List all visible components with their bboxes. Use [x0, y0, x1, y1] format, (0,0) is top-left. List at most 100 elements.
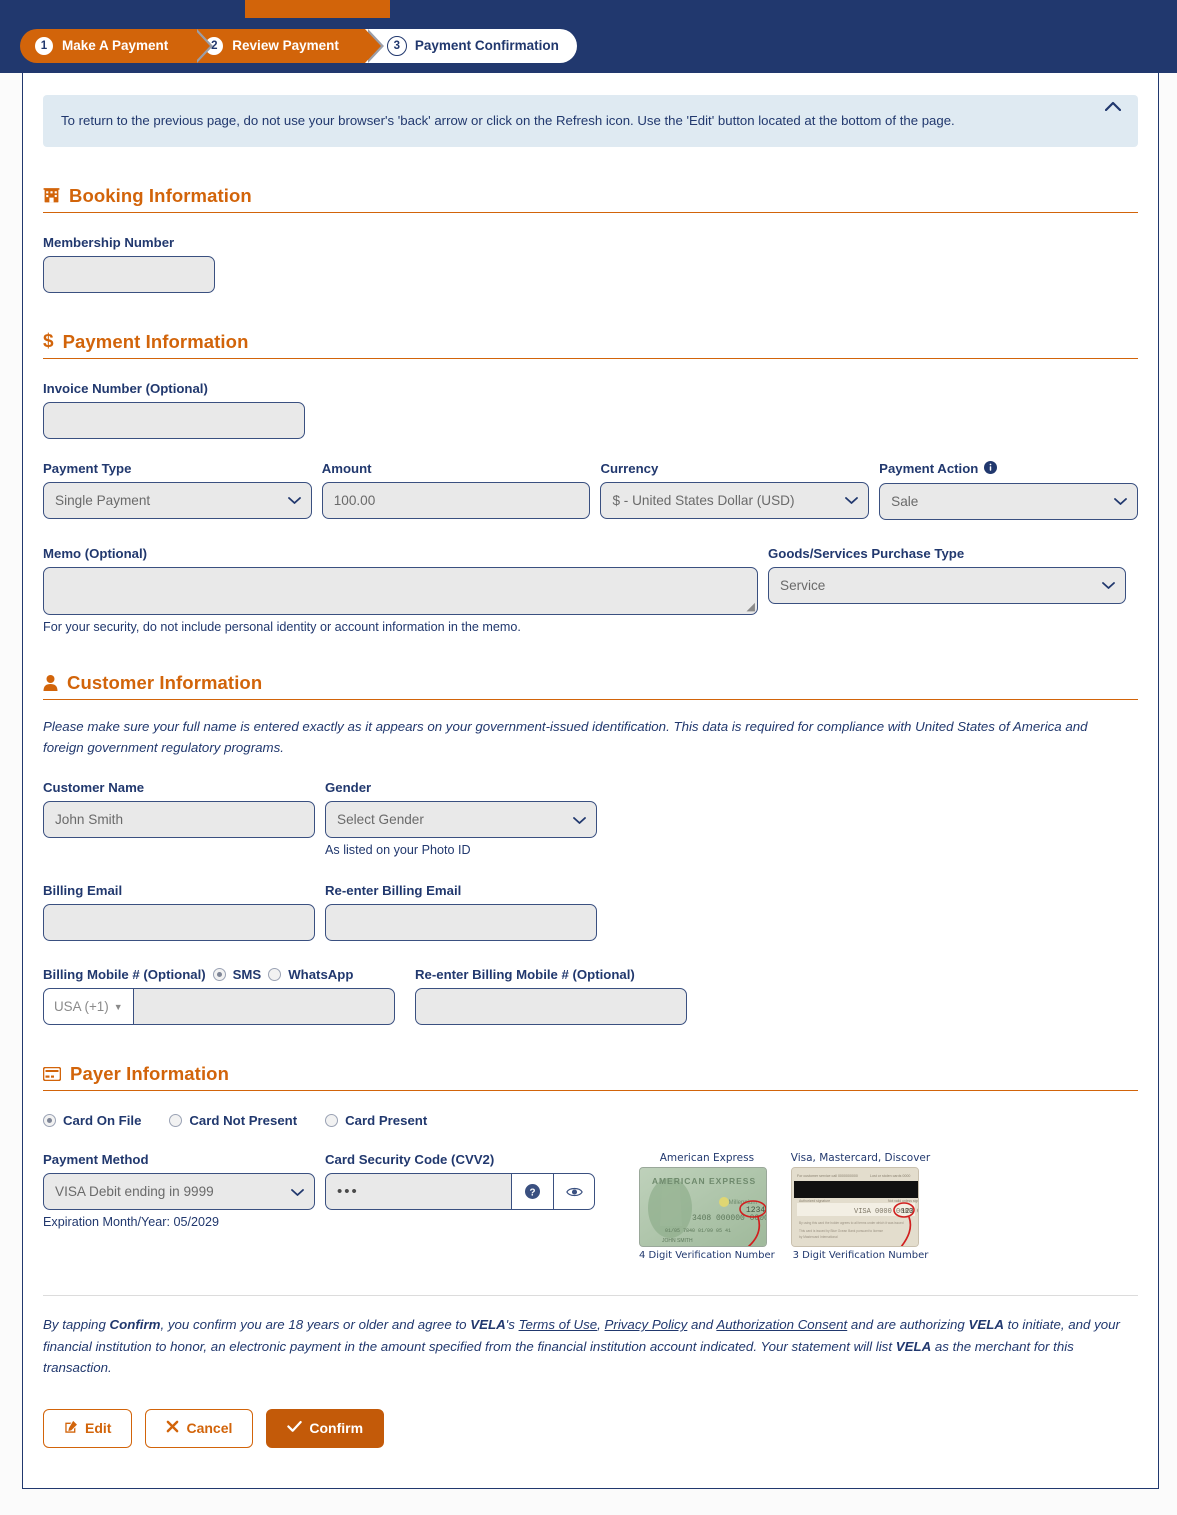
legal-text-4: , — [597, 1317, 605, 1333]
card-not-present-radio[interactable] — [169, 1114, 183, 1128]
cvv-field-group: ••• ? — [325, 1173, 595, 1211]
section-customer-information: Customer Information — [43, 672, 1138, 700]
legal-text-6: and are authorizing — [847, 1317, 969, 1333]
goods-services-value: Service — [780, 577, 826, 593]
billing-mobile-input[interactable] — [132, 988, 395, 1026]
pencil-square-icon — [64, 1420, 78, 1437]
invoice-number-group: Invoice Number (Optional) — [43, 381, 1138, 439]
customer-name-input[interactable]: John Smith — [43, 801, 315, 839]
amex-example: American Express AMERICAN EXPRESS Millen… — [639, 1152, 775, 1261]
payment-method-row: Payment Method VISA Debit ending in 9999… — [43, 1152, 1138, 1261]
card-present-radio[interactable] — [325, 1114, 339, 1128]
card-present-label: Card Present — [345, 1113, 428, 1129]
sms-radio-group[interactable]: SMS — [212, 967, 261, 982]
breadcrumb-step-review-payment[interactable]: 2 Review Payment — [194, 28, 384, 63]
question-circle-icon[interactable]: ? — [511, 1173, 553, 1211]
svg-text:01/05 7840 01/09 05 41: 01/05 7840 01/09 05 41 — [665, 1228, 731, 1234]
gender-select[interactable]: Select Gender — [325, 801, 597, 839]
billing-mobile-field: USA (+1) ▼ — [43, 988, 395, 1026]
radio-card-on-file[interactable]: Card On File — [43, 1113, 141, 1128]
payment-method-label: Payment Method — [43, 1152, 149, 1168]
section-title: Booking Information — [69, 184, 252, 206]
credit-card-icon — [43, 1067, 61, 1082]
visa-card-image: For customer service call 0000000000 Los… — [790, 1167, 919, 1248]
currency-label: Currency — [600, 460, 659, 476]
person-icon — [43, 674, 58, 691]
customer-note: Please make sure your full name is enter… — [43, 718, 1088, 756]
cancel-button[interactable]: Cancel — [145, 1408, 254, 1448]
memo-label: Memo (Optional) — [43, 545, 148, 561]
chevron-down-icon — [573, 812, 586, 827]
svg-text:by Mastercard International: by Mastercard International — [799, 1235, 838, 1239]
goods-services-select[interactable]: Service — [768, 566, 1126, 604]
svg-text:3408 000000 00000: 3408 000000 00000 — [692, 1214, 767, 1223]
legal-brand-2: VELA — [968, 1317, 1004, 1333]
customer-name-group: Customer Name John Smith — [43, 780, 315, 857]
payment-type-label: Payment Type — [43, 460, 132, 476]
svg-text:Authorized signature: Authorized signature — [799, 1199, 830, 1203]
radio-card-present[interactable]: Card Present — [325, 1113, 427, 1128]
billing-mobile-confirm-input[interactable] — [415, 988, 687, 1026]
visa-footer: 3 Digit Verification Number — [792, 1250, 929, 1262]
memo-textarea[interactable]: ◢ — [43, 566, 758, 615]
payment-type-select[interactable]: Single Payment — [43, 481, 312, 519]
breadcrumb-step-make-a-payment[interactable]: 1 Make A Payment — [20, 28, 214, 63]
billing-mobile-confirm-label: Re-enter Billing Mobile # (Optional) — [415, 967, 635, 983]
visa-caption: Visa, Mastercard, Discover — [790, 1152, 931, 1165]
step-label: Payment Confirmation — [414, 38, 559, 53]
sms-radio[interactable] — [212, 968, 226, 982]
svg-text:For customer service call 0000: For customer service call 0000000000 — [797, 1174, 858, 1178]
payment-method-value: VISA Debit ending in 9999 — [55, 1184, 214, 1200]
edit-button-label: Edit — [85, 1420, 112, 1437]
section-booking-information: Booking Information — [43, 185, 1138, 213]
info-icon[interactable] — [984, 460, 998, 477]
whatsapp-radio-group[interactable]: WhatsApp — [268, 967, 353, 982]
billing-email-input[interactable] — [43, 904, 315, 942]
billing-mobile-label: Billing Mobile # (Optional) — [43, 967, 206, 983]
billing-mobile-row: Billing Mobile # (Optional) SMS WhatsApp… — [43, 967, 1138, 1026]
confirm-button[interactable]: Confirm — [266, 1408, 385, 1448]
amount-input[interactable]: 100.00 — [321, 481, 591, 519]
payment-method-select[interactable]: VISA Debit ending in 9999 — [43, 1173, 315, 1211]
legal-disclaimer: By tapping Confirm, you confirm you are … — [43, 1295, 1138, 1379]
amex-card-image: AMERICAN EXPRESS Millennium 3408 000000 … — [639, 1167, 767, 1248]
section-payment-information: $ Payment Information — [43, 331, 1138, 359]
breadcrumb-step-payment-confirmation[interactable]: 3 Payment Confirmation — [364, 28, 577, 63]
authorization-consent-link[interactable]: Authorization Consent — [716, 1317, 847, 1332]
billing-mobile-confirm-group: Re-enter Billing Mobile # (Optional) — [415, 967, 687, 1026]
currency-select[interactable]: $ - United States Dollar (USD) — [600, 481, 870, 519]
edit-button[interactable]: Edit — [43, 1408, 133, 1448]
billing-email-group: Billing Email — [43, 883, 315, 942]
payment-action-select[interactable]: Sale — [879, 482, 1138, 520]
billing-mobile-group: Billing Mobile # (Optional) SMS WhatsApp… — [43, 967, 405, 1026]
legal-brand-1: VELA — [470, 1317, 506, 1333]
chevron-up-icon[interactable] — [1102, 95, 1124, 117]
terms-of-use-link[interactable]: Terms of Use — [519, 1317, 598, 1332]
cvv-card-examples: American Express AMERICAN EXPRESS Millen… — [639, 1152, 930, 1261]
membership-number-input[interactable] — [43, 255, 215, 293]
eye-icon[interactable] — [553, 1173, 595, 1211]
memo-hint: For your security, do not include person… — [43, 619, 521, 634]
legal-text-1: By tapping — [43, 1317, 110, 1333]
payment-method-group: Payment Method VISA Debit ending in 9999… — [43, 1152, 315, 1229]
billing-mobile-label-wrap: Billing Mobile # (Optional) SMS WhatsApp — [43, 967, 405, 982]
privacy-policy-link[interactable]: Privacy Policy — [605, 1317, 688, 1332]
whatsapp-radio[interactable] — [268, 968, 282, 982]
check-icon — [287, 1420, 303, 1436]
billing-email-confirm-input[interactable] — [325, 904, 597, 942]
resize-grip-icon[interactable]: ◢ — [747, 600, 755, 613]
invoice-number-input[interactable] — [43, 401, 305, 439]
gender-value: Select Gender — [337, 812, 424, 828]
amount-group: Amount 100.00 — [321, 461, 591, 520]
radio-card-not-present[interactable]: Card Not Present — [169, 1113, 297, 1128]
legal-text-3: 's — [505, 1317, 519, 1333]
step-number: 3 — [386, 35, 407, 56]
cvv-input[interactable]: ••• — [325, 1173, 511, 1211]
country-code-selector[interactable]: USA (+1) ▼ — [43, 988, 133, 1026]
customer-name-label: Customer Name — [43, 780, 145, 796]
gender-group: Gender Select Gender As listed on your P… — [325, 780, 597, 857]
goods-services-label: Goods/Services Purchase Type — [768, 545, 965, 561]
info-banner: To return to the previous page, do not u… — [43, 95, 1138, 147]
top-nav-active-tab[interactable] — [245, 0, 390, 18]
card-on-file-radio[interactable] — [43, 1114, 56, 1128]
